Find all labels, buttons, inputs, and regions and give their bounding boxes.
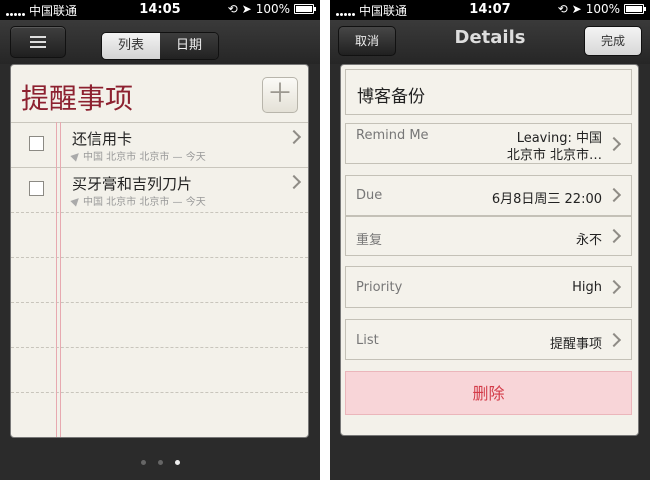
reminder-title: 还信用卡 xyxy=(72,130,133,148)
priority-label: Priority xyxy=(356,280,403,295)
reminder-details-screen: 中国联通 14:07 ⟲ ➤ 100% 取消 Details 完成 博客备份 R… xyxy=(330,0,650,480)
tab-date[interactable]: 日期 xyxy=(160,33,218,59)
rotation-lock-icon: ⟲ xyxy=(227,2,238,16)
battery-icon xyxy=(624,4,646,14)
battery-percent: 100% xyxy=(585,2,620,16)
reminders-list-screen: 中国联通 14:05 ⟲ ➤ 100% 列表 日期 提醒事项 ＋ 还信用卡 中国… xyxy=(0,0,320,480)
details-paper: 博客备份 Remind Me Leaving: 中国 北京市 北京市… Due … xyxy=(340,64,639,436)
status-right: ⟲ ➤ 100% xyxy=(557,2,646,16)
reminder-checkbox[interactable] xyxy=(29,181,44,196)
location-icon xyxy=(70,194,82,207)
nav-bar: 取消 Details 完成 xyxy=(330,20,650,64)
reminder-checkbox[interactable] xyxy=(29,136,44,151)
list-label: List xyxy=(356,333,379,348)
due-row[interactable]: Due 6月8日周三 22:00 xyxy=(345,175,632,216)
remind-me-value-line2: 北京市 北京市… xyxy=(506,148,602,163)
list-value: 提醒事项 xyxy=(549,337,602,352)
reminder-list-paper: 提醒事项 ＋ 还信用卡 中国 北京市 北京市 — 今天 买牙膏和吉列刀片 中国 … xyxy=(10,64,309,438)
page-dot-active xyxy=(174,460,180,465)
remind-me-row[interactable]: Remind Me Leaving: 中国 北京市 北京市… xyxy=(345,123,632,164)
priority-row[interactable]: Priority High xyxy=(345,266,632,308)
reminder-meta: 中国 北京市 北京市 — 今天 xyxy=(70,148,206,163)
page-dot xyxy=(157,460,163,465)
list-item[interactable]: 买牙膏和吉列刀片 中国 北京市 北京市 — 今天 xyxy=(11,167,308,212)
page-dot xyxy=(140,460,146,465)
status-right: ⟲ ➤ 100% xyxy=(227,2,316,16)
list-item[interactable]: 还信用卡 中国 北京市 北京市 — 今天 xyxy=(11,122,308,167)
chevron-right-icon[interactable] xyxy=(606,279,622,295)
view-segment-control: 列表 日期 xyxy=(101,32,219,60)
tab-list[interactable]: 列表 xyxy=(102,33,160,59)
location-icon xyxy=(70,149,82,162)
list-title: 提醒事项 xyxy=(21,82,134,115)
repeat-value: 永不 xyxy=(575,233,602,248)
reminder-meta-text: 中国 北京市 北京市 — 今天 xyxy=(83,152,206,163)
battery-icon xyxy=(294,4,316,14)
remind-me-label: Remind Me xyxy=(356,128,429,143)
nav-bar: 列表 日期 xyxy=(0,20,320,64)
chevron-right-icon[interactable] xyxy=(606,136,622,152)
delete-button[interactable]: 删除 xyxy=(345,371,632,415)
repeat-label: 重复 xyxy=(356,233,383,248)
chevron-right-icon[interactable] xyxy=(606,332,622,348)
menu-icon xyxy=(30,36,46,48)
status-bar: 中国联通 14:05 ⟲ ➤ 100% xyxy=(0,0,320,20)
chevron-right-icon[interactable] xyxy=(286,174,302,190)
rotation-lock-icon: ⟲ xyxy=(557,2,568,16)
done-button[interactable]: 完成 xyxy=(584,26,642,56)
location-icon: ➤ xyxy=(241,2,252,16)
status-bar: 中国联通 14:07 ⟲ ➤ 100% xyxy=(330,0,650,20)
chevron-right-icon[interactable] xyxy=(606,228,622,244)
chevron-right-icon[interactable] xyxy=(606,187,622,203)
location-icon: ➤ xyxy=(571,2,582,16)
due-value: 6月8日周三 22:00 xyxy=(491,192,602,207)
add-reminder-button[interactable]: ＋ xyxy=(262,77,298,113)
reminder-meta-text: 中国 北京市 北京市 — 今天 xyxy=(83,197,206,208)
title-value[interactable]: 博客备份 xyxy=(357,82,425,107)
page-indicator[interactable] xyxy=(0,460,320,465)
reminder-meta: 中国 北京市 北京市 — 今天 xyxy=(70,193,206,208)
priority-value: High xyxy=(572,280,602,295)
reminder-title: 买牙膏和吉列刀片 xyxy=(72,175,193,193)
chevron-right-icon[interactable] xyxy=(286,129,302,145)
repeat-row[interactable]: 重复 永不 xyxy=(345,216,632,256)
list-row[interactable]: List 提醒事项 xyxy=(345,319,632,360)
due-label: Due xyxy=(356,188,383,203)
title-field[interactable]: 博客备份 xyxy=(345,69,632,115)
menu-button[interactable] xyxy=(10,26,66,58)
battery-percent: 100% xyxy=(255,2,290,16)
